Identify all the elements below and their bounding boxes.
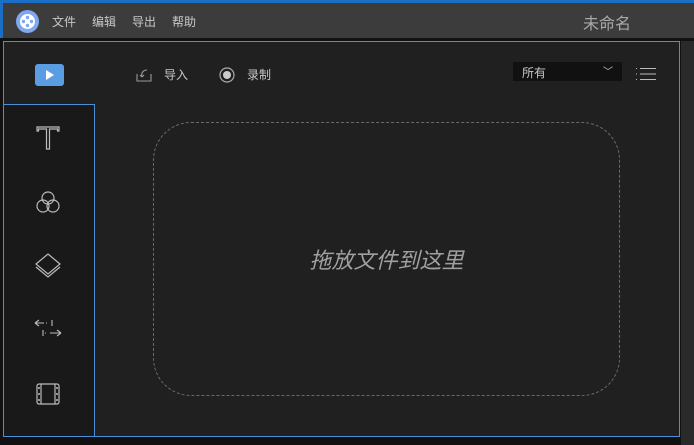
menu-edit[interactable]: 编辑 (92, 13, 116, 30)
import-icon (136, 68, 152, 82)
sidebar-item-elements[interactable] (32, 378, 64, 410)
filter-value: 所有 (522, 66, 547, 80)
right-panel-edge (681, 41, 694, 445)
import-button[interactable]: 导入 (136, 66, 188, 83)
list-view-button[interactable] (636, 66, 656, 80)
import-label: 导入 (164, 68, 189, 82)
record-icon (219, 66, 235, 83)
record-label: 录制 (247, 68, 272, 82)
sidebar-item-transitions[interactable] (32, 312, 64, 344)
drop-zone[interactable]: 拖放文件到这里 (153, 122, 620, 396)
text-icon (36, 126, 60, 150)
layers-icon (35, 253, 61, 278)
menu-export[interactable]: 导出 (132, 13, 156, 30)
app-logo-icon (16, 10, 39, 33)
sidebar-item-overlays[interactable] (32, 249, 64, 281)
sidebar-item-filters[interactable] (32, 187, 64, 219)
play-icon (45, 70, 54, 80)
drop-zone-text: 拖放文件到这里 (309, 249, 464, 274)
list-icon (636, 68, 656, 80)
chevron-down-icon: ﹀ (603, 67, 613, 78)
menu-file[interactable]: 文件 (52, 13, 76, 30)
document-title: 未命名 (583, 14, 632, 33)
filters-icon (36, 191, 60, 213)
filter-dropdown[interactable]: 所有 ﹀ (513, 62, 622, 81)
sidebar-item-media[interactable] (35, 64, 64, 86)
transitions-icon (34, 319, 62, 337)
film-icon (36, 383, 60, 405)
record-button[interactable]: 录制 (219, 66, 271, 83)
menu-help[interactable]: 帮助 (172, 13, 196, 30)
sidebar-item-text[interactable] (32, 122, 64, 154)
title-bar: 文件 编辑 导出 帮助 未命名 (3, 3, 694, 38)
